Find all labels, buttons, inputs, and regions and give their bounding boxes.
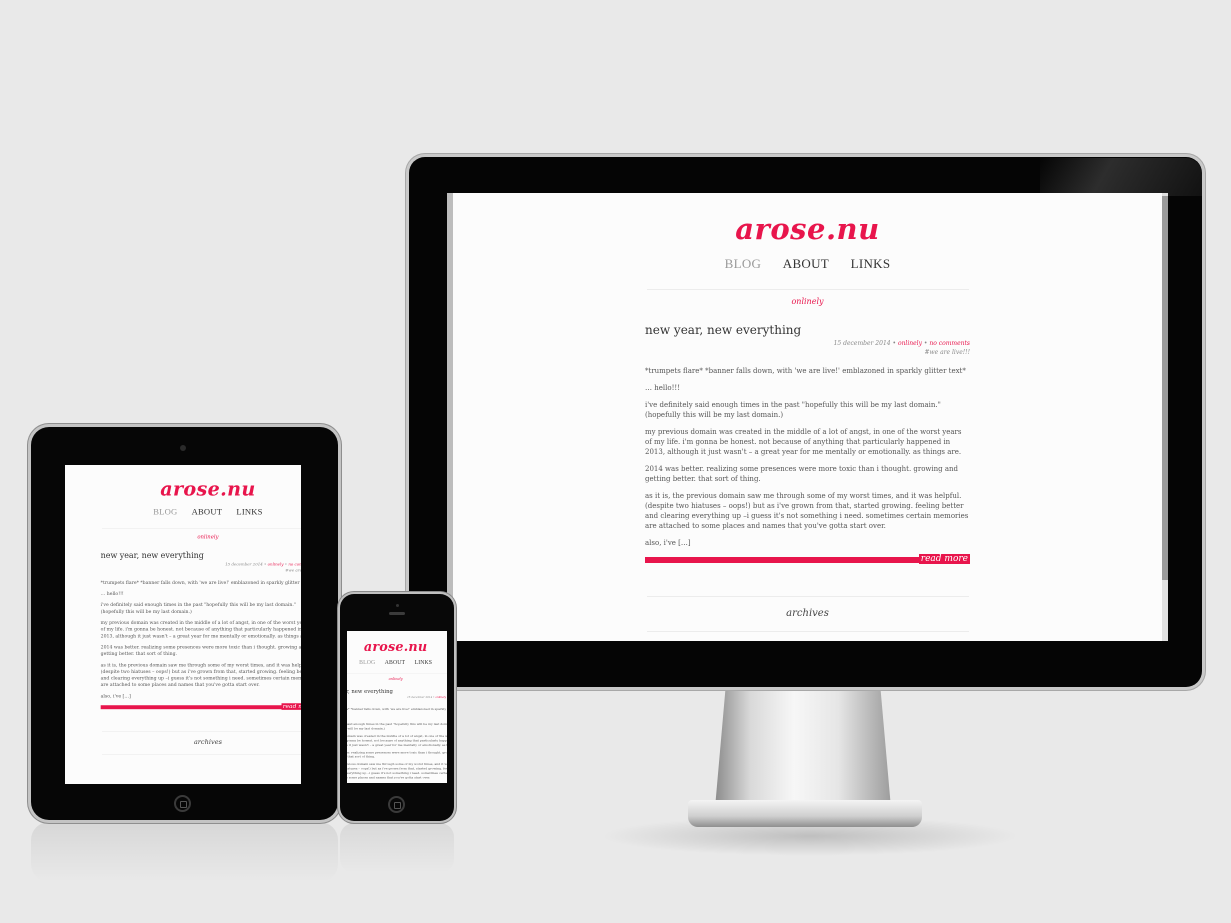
post-paragraph: *trumpets flare* *banner falls down, wit…: [347, 707, 447, 712]
archives-section: archives: [646, 596, 969, 632]
post-paragraph: … hello!!!: [645, 384, 681, 392]
post-paragraph: as it is, the previous domain saw me thr…: [347, 762, 447, 780]
post-paragraph: my previous domain was created in the mi…: [347, 734, 447, 747]
post-paragraph: … hello!!!: [347, 715, 447, 719]
post-paragraph: 2014 was better. realizing some presence…: [645, 465, 959, 483]
site-title[interactable]: arose.nu: [447, 193, 1168, 245]
post-body: *trumpets flare* *banner falls down, wit…: [645, 366, 970, 548]
phone-home-button[interactable]: [388, 796, 405, 813]
main-nav: BLOG ABOUT LINKS: [65, 507, 301, 518]
post-meta: 15 december 2014 • onlinely • no comment…: [645, 339, 970, 357]
post-body: *trumpets flare* *banner falls down, wit…: [347, 707, 447, 783]
post-title[interactable]: new year, new everything: [347, 688, 447, 694]
phone-screen: arose.nu BLOG ABOUT LINKS onlinely new y…: [347, 631, 447, 783]
tablet-reflection: [31, 822, 338, 882]
post-category-link[interactable]: onlinely: [268, 562, 284, 567]
post-paragraph: also, i've […]: [645, 539, 691, 547]
nav-item-links[interactable]: LINKS: [236, 507, 262, 517]
blog-post: new year, new everything 15 december 201…: [347, 688, 447, 783]
post-paragraph: my previous domain was created in the mi…: [645, 428, 962, 456]
monitor-screen-edge: [447, 193, 453, 641]
post-date: 15 december 2014: [407, 695, 433, 699]
monitor-stand-base: [688, 800, 922, 827]
tablet-home-button[interactable]: [174, 795, 191, 812]
site-title[interactable]: arose.nu: [65, 465, 301, 499]
post-paragraph: my previous domain was created in the mi…: [100, 620, 301, 639]
post-paragraph: as it is, the previous domain saw me thr…: [100, 662, 301, 688]
category-heading[interactable]: onlinely: [447, 290, 1168, 315]
post-meta: 15 december 2014 • onlinely • no comment…: [101, 561, 301, 573]
post-paragraph: … hello!!!: [100, 591, 124, 597]
post-title[interactable]: new year, new everything: [645, 323, 970, 337]
post-tag[interactable]: #we are live!!!: [285, 568, 301, 573]
read-more-link[interactable]: read more: [918, 554, 970, 564]
blog-page-tablet: arose.nu BLOG ABOUT LINKS onlinely new y…: [65, 465, 301, 755]
blog-page-monitor: arose.nu BLOG ABOUT LINKS onlinely new y…: [447, 193, 1168, 632]
meta-separator: •: [446, 696, 448, 699]
nav-item-blog[interactable]: BLOG: [359, 659, 375, 666]
post-paragraph: *trumpets flare* *banner falls down, wit…: [100, 579, 301, 586]
nav-item-blog[interactable]: BLOG: [153, 507, 177, 517]
monitor-screen: arose.nu BLOG ABOUT LINKS onlinely new y…: [447, 193, 1168, 641]
nav-item-about[interactable]: ABOUT: [192, 507, 223, 517]
read-more-bar: read more: [100, 703, 301, 710]
read-more-bar: read more: [645, 554, 970, 564]
meta-separator: •: [890, 340, 898, 347]
nav-item-blog[interactable]: BLOG: [725, 256, 762, 271]
blog-post: new year, new everything 15 december 201…: [100, 551, 301, 710]
post-paragraph: also, i've […]: [100, 693, 131, 699]
post-date: 15 december 2014: [225, 562, 263, 567]
post-paragraph: i've definitely said enough times in the…: [100, 602, 296, 615]
post-paragraph: i've definitely said enough times in the…: [347, 722, 447, 731]
post-category-link[interactable]: onlinely: [435, 696, 446, 699]
phone-camera: [396, 604, 399, 607]
post-date: 15 december 2014: [833, 340, 891, 347]
post-body: *trumpets flare* *banner falls down, wit…: [101, 579, 301, 699]
archives-heading[interactable]: archives: [647, 597, 969, 631]
phone-speaker: [389, 612, 405, 615]
post-comments-link[interactable]: no comments: [929, 340, 970, 347]
main-nav: BLOG ABOUT LINKS: [347, 659, 447, 666]
category-heading[interactable]: onlinely: [347, 674, 447, 685]
post-paragraph: *trumpets flare* *banner falls down, wit…: [645, 367, 966, 375]
blog-page-phone: arose.nu BLOG ABOUT LINKS onlinely new y…: [347, 631, 447, 783]
monitor-stand-neck: [715, 688, 891, 808]
monitor-gloss: [1040, 158, 1202, 196]
scrollbar-thumb[interactable]: [1162, 196, 1168, 580]
main-nav: BLOG ABOUT LINKS: [447, 256, 1168, 272]
post-paragraph: 2014 was better. realizing some presence…: [347, 750, 447, 759]
archives-section: archives: [101, 730, 301, 755]
tablet-screen: arose.nu BLOG ABOUT LINKS onlinely new y…: [65, 465, 301, 784]
archives-heading[interactable]: archives: [102, 732, 301, 754]
post-paragraph: i've definitely said enough times in the…: [645, 401, 941, 419]
post-paragraph: as it is, the previous domain saw me thr…: [645, 492, 969, 530]
nav-item-about[interactable]: ABOUT: [783, 256, 829, 271]
phone-reflection: [340, 823, 454, 873]
tablet-camera: [180, 445, 186, 451]
post-tag[interactable]: #we are live!!!: [924, 349, 970, 356]
site-title[interactable]: arose.nu: [347, 631, 447, 654]
read-more-link[interactable]: read more: [281, 703, 301, 710]
post-meta: 15 december 2014 • onlinely • no comment…: [347, 695, 447, 703]
post-paragraph: 2014 was better. realizing some presence…: [100, 644, 301, 657]
post-comments-link[interactable]: no comments: [288, 562, 301, 567]
nav-item-links[interactable]: LINKS: [415, 659, 433, 666]
nav-item-about[interactable]: ABOUT: [385, 659, 405, 666]
post-category-link[interactable]: onlinely: [898, 340, 922, 347]
blog-post: new year, new everything 15 december 201…: [645, 323, 970, 564]
category-heading[interactable]: onlinely: [65, 529, 301, 546]
nav-item-links[interactable]: LINKS: [851, 256, 891, 271]
post-title[interactable]: new year, new everything: [101, 551, 301, 560]
